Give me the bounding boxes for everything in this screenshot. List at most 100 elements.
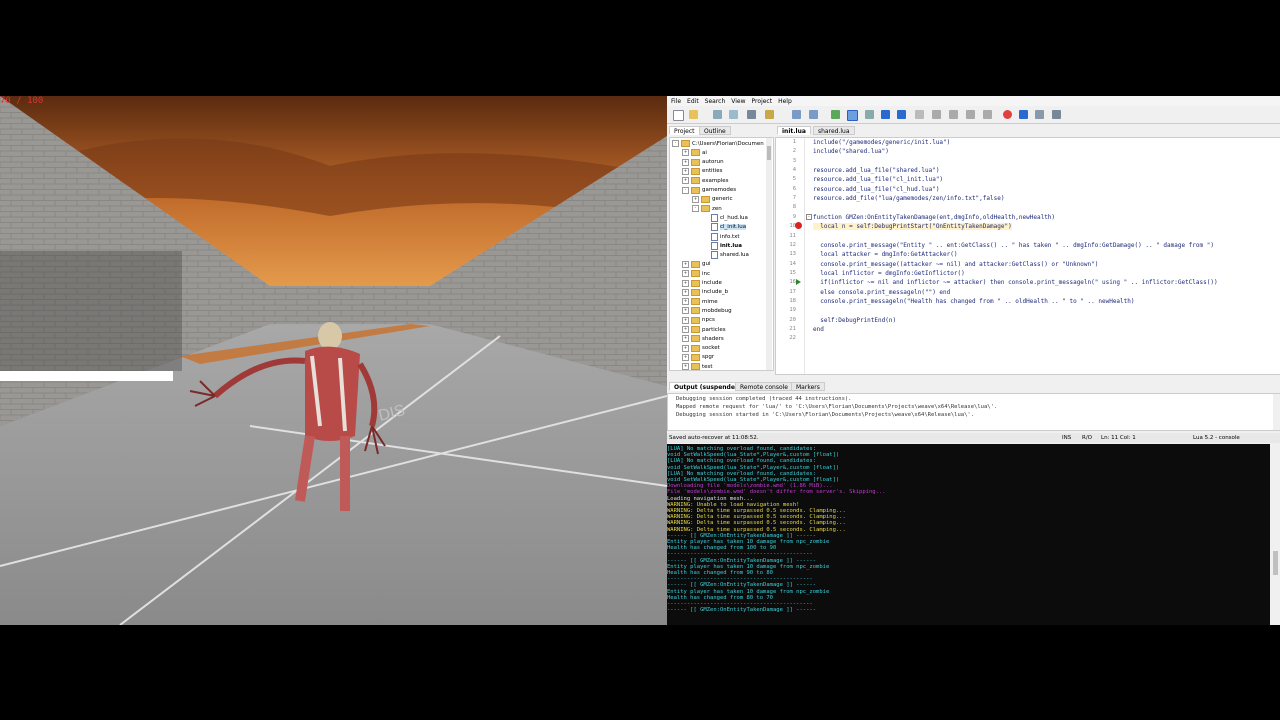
menu-file[interactable]: File (671, 98, 681, 105)
step-over-icon[interactable] (865, 110, 874, 119)
tree-item[interactable]: + mime (682, 297, 718, 306)
tree-item[interactable]: + inc (682, 269, 710, 278)
save-all-icon[interactable] (729, 110, 738, 119)
code-editor[interactable]: 1 2 3 4 5 6 7 8 9 10 11 12 13 14 15 16 17 18 19 20 21 22 - in… (775, 137, 1280, 375)
new-file-icon[interactable] (673, 110, 684, 121)
tree-item[interactable]: + shaders (682, 334, 724, 343)
tab-project[interactable]: Project (669, 126, 700, 135)
breakpoint-icon[interactable] (1003, 110, 1012, 119)
expand-icon[interactable]: + (682, 335, 689, 343)
line-gutter[interactable]: 1 2 3 4 5 6 7 8 9 10 11 12 13 14 15 16 17 18 19 20 21 22 (776, 138, 805, 374)
run-to-cursor-icon[interactable] (966, 110, 975, 119)
code-line[interactable]: function GMZen:OnEntityTakenDamage(ent,d… (813, 214, 1055, 221)
tab-remote-console[interactable]: Remote console (735, 382, 793, 391)
code-line[interactable]: local attacker = dmgInfo:GetAttacker() (813, 251, 957, 258)
menu-edit[interactable]: Edit (687, 98, 699, 105)
tab-init-lua[interactable]: init.lua (777, 126, 811, 135)
code-line[interactable]: end (813, 326, 824, 333)
expand-icon[interactable]: + (682, 307, 689, 315)
code-line[interactable]: include("shared.lua") (813, 148, 889, 155)
tree-item[interactable]: + examples (682, 176, 729, 185)
save-icon[interactable] (713, 110, 722, 119)
code-line[interactable]: else console.print_messageln("") end (813, 289, 950, 296)
code-line[interactable]: resource.add_lua_file("cl_init.lua") (813, 176, 943, 183)
tree-item[interactable]: + socket (682, 344, 720, 353)
run-icon[interactable] (831, 110, 840, 119)
find-icon[interactable] (792, 110, 801, 119)
open-icon[interactable] (689, 110, 698, 119)
tree-scrollbar-thumb[interactable] (767, 146, 771, 160)
collapse-icon[interactable]: - (692, 205, 699, 213)
expand-icon[interactable]: + (682, 363, 689, 370)
tree-item[interactable]: + autorun (682, 158, 724, 167)
code-line[interactable]: if(inflictor ~= nil and inflictor ~= att… (813, 279, 1217, 286)
console-scrollbar[interactable] (1271, 444, 1280, 625)
code-line[interactable]: resource.add_lua_file("shared.lua") (813, 167, 939, 174)
tree-item[interactable]: + test (682, 362, 713, 370)
step-out-icon[interactable] (932, 110, 941, 119)
expand-icon[interactable]: + (682, 298, 689, 306)
watch-icon[interactable] (1035, 110, 1044, 119)
console-scrollbar-thumb[interactable] (1273, 551, 1278, 575)
expand-icon[interactable]: + (682, 279, 689, 287)
tree-item[interactable]: + entities (682, 167, 723, 176)
collapse-icon[interactable]: - (672, 140, 679, 147)
code-line[interactable]: resource.add_lua_file("cl_hud.lua") (813, 186, 939, 193)
tree-item[interactable]: + gui (682, 260, 711, 269)
stop-icon[interactable] (881, 110, 890, 119)
find-in-files-icon[interactable] (809, 110, 818, 119)
step-back-icon[interactable] (949, 110, 958, 119)
folder-tree-icon[interactable] (765, 110, 774, 119)
tree-item[interactable]: + npcs (682, 316, 715, 325)
code-line[interactable]: console.print_messageln("Health has chan… (813, 298, 1134, 305)
tree-item[interactable]: + mobdebug (682, 306, 732, 315)
tree-item[interactable]: cl_hud.lua (702, 213, 748, 222)
tree-item[interactable]: + include_b (682, 288, 728, 297)
code-line[interactable]: resource.add_file("lua/gamemodes/zen/inf… (813, 195, 1004, 202)
menu-search[interactable]: Search (705, 98, 726, 105)
project-dir-icon[interactable] (747, 110, 756, 119)
code-line[interactable]: self:DebugPrintEnd(n) (813, 317, 896, 324)
step-icon[interactable] (983, 110, 992, 119)
code-line[interactable]: local n = self:DebugPrintStart("OnEntity… (813, 223, 1012, 231)
tree-item[interactable]: shared.lua (702, 251, 749, 260)
expand-icon[interactable]: + (682, 316, 689, 324)
tab-shared-lua[interactable]: shared.lua (813, 126, 855, 135)
expand-icon[interactable]: + (682, 270, 689, 278)
stack-icon[interactable] (1052, 110, 1061, 119)
step-into-icon[interactable] (915, 110, 924, 119)
tree-item[interactable]: - C:\Users\Florian\Documen (672, 139, 764, 148)
expand-icon[interactable]: + (682, 167, 689, 175)
fold-toggle-icon[interactable]: - (806, 214, 812, 220)
menu-project[interactable]: Project (752, 98, 773, 105)
expand-icon[interactable]: + (682, 344, 689, 352)
tree-item[interactable]: cl_init.lua (702, 223, 747, 232)
tree-item[interactable]: init.lua (702, 241, 742, 250)
expand-icon[interactable]: + (682, 260, 689, 268)
code-line[interactable]: console.print_message((attacker ~= nil) … (813, 261, 1098, 268)
tree-item[interactable]: - gamemodes (682, 186, 736, 195)
output-panel[interactable]: Debugging session completed (traced 44 i… (667, 393, 1280, 431)
tree-item[interactable]: + spgr (682, 353, 714, 362)
collapse-icon[interactable]: - (682, 186, 689, 194)
tree-item[interactable]: - zen (692, 204, 722, 213)
menu-help[interactable]: Help (778, 98, 792, 105)
game-viewport[interactable]: DIS 70 / 100 (0, 96, 667, 625)
expand-icon[interactable]: + (682, 149, 689, 157)
expand-icon[interactable]: + (692, 195, 699, 203)
break-icon[interactable] (897, 110, 906, 119)
tree-item[interactable]: + include (682, 279, 722, 288)
tree-item[interactable]: + particles (682, 325, 726, 334)
menu-view[interactable]: View (731, 98, 745, 105)
expand-icon[interactable]: + (682, 326, 689, 333)
tab-outline[interactable]: Outline (699, 126, 731, 135)
code-line[interactable]: console.print_message("Entity " .. ent:G… (813, 242, 1214, 249)
expand-icon[interactable]: + (682, 288, 689, 296)
bookmark-icon[interactable] (1019, 110, 1028, 119)
tab-markers[interactable]: Markers (791, 382, 825, 391)
tree-scrollbar[interactable] (766, 138, 772, 370)
expand-icon[interactable]: + (682, 353, 689, 361)
tree-item[interactable]: + generic (692, 195, 733, 204)
breakpoint-marker-icon[interactable] (795, 222, 802, 229)
output-scrollbar[interactable] (1273, 394, 1280, 430)
